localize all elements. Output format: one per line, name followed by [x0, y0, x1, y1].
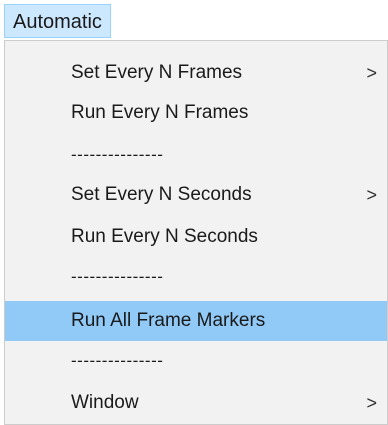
- menu-item-label: Run All Frame Markers: [71, 310, 266, 331]
- chevron-right-icon: >: [366, 63, 377, 83]
- menu-item-label: Set Every N Frames: [71, 62, 243, 83]
- menu-separator: ---------------: [71, 145, 164, 164]
- chevron-right-icon: >: [366, 393, 377, 413]
- menu-separator: ---------------: [71, 351, 164, 370]
- menu-item-set-every-n-frames[interactable]: Set Every N Frames >: [5, 53, 387, 93]
- automatic-dropdown-menu: Set Every N Frames > Run Every N Frames …: [4, 40, 388, 425]
- menu-item-run-every-n-seconds[interactable]: Run Every N Seconds: [5, 217, 387, 257]
- menu-item-window[interactable]: Window >: [5, 383, 387, 423]
- menu-item-run-all-frame-markers[interactable]: Run All Frame Markers: [5, 301, 387, 341]
- menu-item-label: Run Every N Seconds: [71, 226, 258, 247]
- chevron-right-icon: >: [366, 185, 377, 205]
- menu-bar: Automatic: [0, 0, 388, 42]
- menu-separator: ---------------: [71, 267, 164, 286]
- menu-item-label: Run Every N Frames: [71, 102, 249, 123]
- menu-item-set-every-n-seconds[interactable]: Set Every N Seconds >: [5, 175, 387, 215]
- menu-item-label: Set Every N Seconds: [71, 184, 252, 205]
- menu-item-label: Window: [71, 392, 139, 413]
- menu-item-run-every-n-frames[interactable]: Run Every N Frames: [5, 93, 387, 133]
- menu-automatic[interactable]: Automatic: [4, 4, 111, 38]
